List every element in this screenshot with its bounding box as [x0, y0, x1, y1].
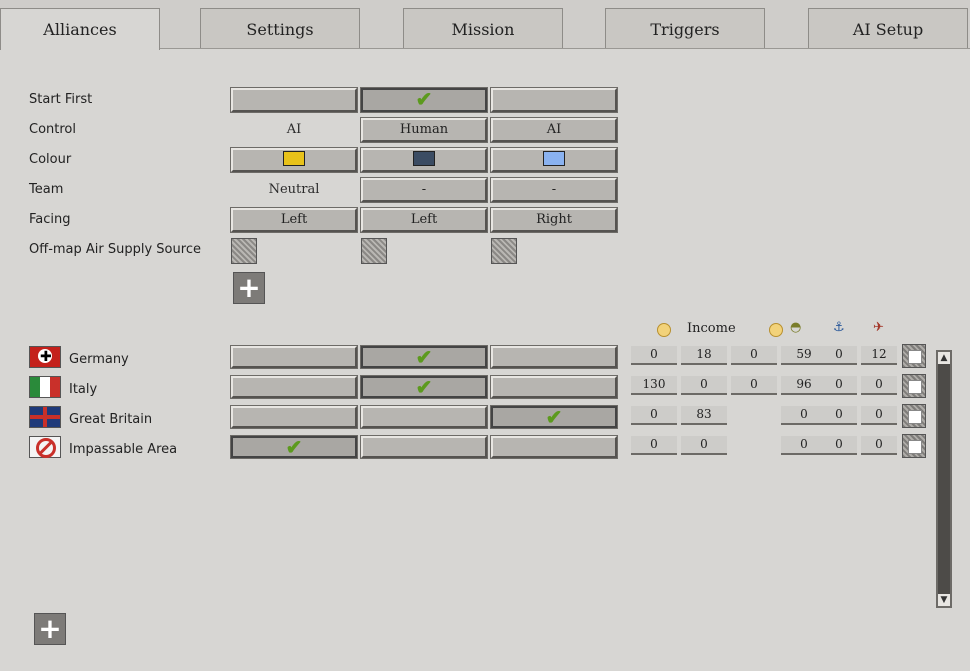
- start-first-alliance-0[interactable]: [231, 88, 357, 112]
- nation-list-scrollbar[interactable]: ▲ ▼: [936, 350, 952, 608]
- nation-options-button[interactable]: [902, 344, 926, 368]
- team-label: Team: [29, 182, 64, 197]
- tab-alliances[interactable]: Alliances: [0, 8, 160, 50]
- add-nation-button[interactable]: +: [34, 613, 66, 645]
- germany-flag-icon: ✚: [29, 346, 61, 368]
- colour-swatch: [283, 151, 305, 166]
- alliance-cell[interactable]: [361, 436, 487, 458]
- alliance-cell[interactable]: [491, 376, 617, 398]
- resource-value[interactable]: 0: [681, 376, 727, 395]
- alliance-cell[interactable]: [231, 346, 357, 368]
- resource-value[interactable]: 0: [861, 376, 897, 395]
- nation-name: Germany: [69, 352, 129, 367]
- tab-settings[interactable]: Settings: [200, 8, 360, 48]
- alliance-cell[interactable]: [491, 346, 617, 368]
- resource-value[interactable]: 18: [681, 346, 727, 365]
- alliance-cell[interactable]: [231, 406, 357, 428]
- resource-value[interactable]: 0: [631, 346, 677, 365]
- colour-swatch: [543, 151, 565, 166]
- resource-value[interactable]: 0: [861, 436, 897, 455]
- alliance-cell[interactable]: [361, 406, 487, 428]
- italy-flag-icon: [29, 376, 61, 398]
- control-label: Control: [29, 122, 76, 137]
- resource-value[interactable]: 0: [731, 376, 777, 395]
- nation-name: Great Britain: [69, 412, 153, 427]
- resource-value[interactable]: 0: [731, 346, 777, 365]
- nation-options-button[interactable]: [902, 404, 926, 428]
- alliance-cell[interactable]: [231, 376, 357, 398]
- checkmark-icon: ✔: [415, 87, 433, 111]
- control-alliance-0: AI: [286, 122, 302, 137]
- alliance-cell[interactable]: [491, 436, 617, 458]
- add-alliance-button[interactable]: +: [233, 272, 265, 304]
- great-britain-flag-icon: [29, 406, 61, 428]
- start-first-label: Start First: [29, 92, 93, 107]
- facing-alliance-2-button[interactable]: Right: [491, 208, 617, 232]
- facing-alliance-0-button[interactable]: Left: [231, 208, 357, 232]
- air-supply-label: Off-map Air Supply Source: [29, 242, 201, 257]
- team-alliance-2-button[interactable]: -: [491, 178, 617, 202]
- alliance-cell[interactable]: ✔: [361, 346, 487, 368]
- scroll-down-arrow-icon[interactable]: ▼: [938, 594, 950, 606]
- resource-value[interactable]: 0: [631, 406, 677, 425]
- alliance-cell[interactable]: ✔: [491, 406, 617, 428]
- colour-alliance-0-button[interactable]: [231, 148, 357, 172]
- colour-label: Colour: [29, 152, 72, 167]
- colour-alliance-1-button[interactable]: [361, 148, 487, 172]
- resource-value[interactable]: 0: [681, 436, 727, 455]
- checkmark-icon: ✔: [415, 375, 433, 399]
- checkmark-icon: ✔: [285, 435, 303, 459]
- income-label: Income: [687, 321, 736, 336]
- air-supply-checkbox-2[interactable]: [491, 238, 517, 264]
- resource-value[interactable]: 0: [861, 406, 897, 425]
- team-alliance-1-button[interactable]: -: [361, 178, 487, 202]
- control-alliance-2-button[interactable]: AI: [491, 118, 617, 142]
- alliance-cell[interactable]: ✔: [231, 436, 357, 458]
- resource-value[interactable]: 0: [821, 406, 857, 425]
- resource-value[interactable]: 0: [821, 346, 857, 365]
- tab-ai-setup[interactable]: AI Setup: [808, 8, 968, 48]
- tab-mission[interactable]: Mission: [403, 8, 563, 48]
- tab-triggers[interactable]: Triggers: [605, 8, 765, 48]
- coin-icon: [769, 323, 783, 337]
- team-alliance-0: Neutral: [268, 182, 320, 197]
- air-icon: ✈: [873, 320, 884, 335]
- naval-icon: ⚓: [833, 320, 845, 335]
- checkmark-icon: ✔: [415, 345, 433, 369]
- colour-alliance-2-button[interactable]: [491, 148, 617, 172]
- impassable-icon: [29, 436, 61, 458]
- nation-name: Impassable Area: [69, 442, 178, 457]
- start-first-alliance-1[interactable]: ✔: [361, 88, 487, 112]
- resource-value[interactable]: 130: [631, 376, 677, 395]
- alliance-cell[interactable]: ✔: [361, 376, 487, 398]
- air-supply-checkbox-0[interactable]: [231, 238, 257, 264]
- nation-options-button[interactable]: [902, 374, 926, 398]
- facing-label: Facing: [29, 212, 71, 227]
- nation-options-button[interactable]: [902, 434, 926, 458]
- resource-value[interactable]: 83: [681, 406, 727, 425]
- scroll-up-arrow-icon[interactable]: ▲: [938, 352, 950, 364]
- air-supply-checkbox-1[interactable]: [361, 238, 387, 264]
- resource-value[interactable]: 0: [821, 436, 857, 455]
- resource-value[interactable]: 0: [631, 436, 677, 455]
- nation-name: Italy: [69, 382, 98, 397]
- resource-value[interactable]: 0: [821, 376, 857, 395]
- facing-alliance-1-button[interactable]: Left: [361, 208, 487, 232]
- checkmark-icon: ✔: [545, 405, 563, 429]
- coin-icon: [657, 323, 671, 337]
- start-first-alliance-2[interactable]: [491, 88, 617, 112]
- helmet-icon: ◓: [790, 320, 802, 335]
- resource-value[interactable]: 12: [861, 346, 897, 365]
- control-alliance-1-button[interactable]: Human: [361, 118, 487, 142]
- colour-swatch: [413, 151, 435, 166]
